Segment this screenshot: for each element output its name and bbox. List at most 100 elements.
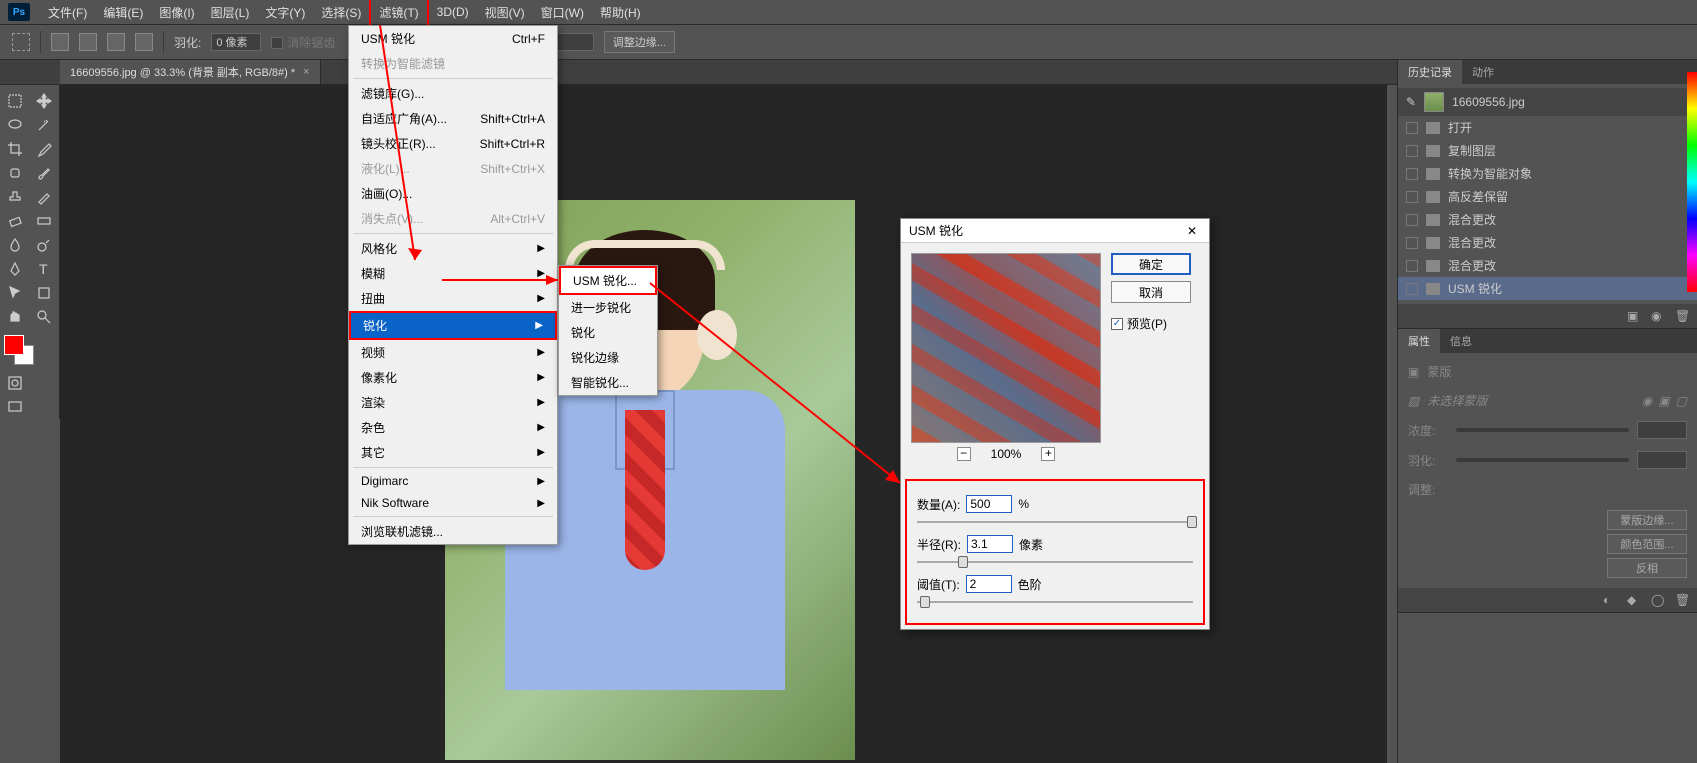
lasso-tool[interactable] [1,114,29,136]
filter-menu-item[interactable]: 渲染▶ [349,390,557,415]
threshold-input[interactable] [966,575,1012,593]
tab-properties[interactable]: 属性 [1398,329,1440,353]
disable-mask-icon[interactable]: ◯ [1651,593,1665,607]
path-select-tool[interactable] [1,282,29,304]
menu-layer[interactable]: 图层(L) [203,0,258,25]
history-step[interactable]: 混合更改 [1398,254,1697,277]
menu-view[interactable]: 视图(V) [477,0,533,25]
tab-info[interactable]: 信息 [1440,329,1482,353]
radius-input[interactable] [967,535,1013,553]
foreground-color[interactable] [4,335,24,355]
sharpen-submenu-item[interactable]: 进一步锐化 [559,295,657,320]
color-bar[interactable] [1687,72,1697,292]
eye-icon[interactable]: ◉ [1642,394,1652,408]
dodge-tool[interactable] [31,234,59,256]
filter-menu-item[interactable]: 自适应广角(A)...Shift+Ctrl+A [349,106,557,131]
snapshot-icon[interactable]: ▣ [1627,309,1641,323]
sharpen-submenu-item[interactable]: USM 锐化... [559,266,657,295]
radius-slider[interactable] [917,555,1193,569]
brush-tool[interactable] [31,162,59,184]
color-swatches[interactable] [4,335,34,365]
document-tab[interactable]: 16609556.jpg @ 33.3% (背景 副本, RGB/8#) * × [60,60,321,84]
wand-tool[interactable] [31,114,59,136]
history-step[interactable]: 复制图层 [1398,139,1697,162]
sharpen-submenu-item[interactable]: 锐化边缘 [559,345,657,370]
filter-menu-item[interactable]: 杂色▶ [349,415,557,440]
trash-icon[interactable]: 🗑 [1675,309,1689,323]
sharpen-submenu-item[interactable]: 锐化 [559,320,657,345]
filter-menu-item[interactable]: USM 锐化Ctrl+F [349,26,557,51]
menu-window[interactable]: 窗口(W) [533,0,592,25]
feather-input[interactable] [211,33,261,51]
eraser-tool[interactable] [1,210,29,232]
filter-menu-item[interactable]: 油画(O)... [349,181,557,206]
preview-image[interactable] [911,253,1101,443]
history-step[interactable]: 转换为智能对象 [1398,162,1697,185]
selection-add-icon[interactable] [79,33,97,51]
vector-mask-icon[interactable]: ▢ [1676,394,1687,408]
filter-menu-item[interactable]: Nik Software▶ [349,492,557,514]
quickmask-tool[interactable] [1,372,29,394]
gradient-tool[interactable] [31,210,59,232]
type-tool[interactable]: T [31,258,59,280]
delete-mask-icon[interactable]: 🗑 [1675,593,1689,607]
zoom-in-button[interactable]: + [1041,447,1055,461]
apply-mask-icon[interactable]: ◆ [1627,593,1641,607]
selection-intersect-icon[interactable] [135,33,153,51]
selection-new-icon[interactable] [51,33,69,51]
filter-menu-item[interactable]: 滤镜库(G)... [349,81,557,106]
filter-menu-item[interactable]: 浏览联机滤镜... [349,519,557,544]
crop-tool[interactable] [1,138,29,160]
filter-menu-item[interactable]: 模糊▶ [349,261,557,286]
preview-checkbox[interactable]: ✓预览(P) [1111,315,1191,332]
blur-tool[interactable] [1,234,29,256]
camera-icon[interactable]: ◉ [1651,309,1665,323]
filter-menu-item[interactable]: 镜头校正(R)...Shift+Ctrl+R [349,131,557,156]
cancel-button[interactable]: 取消 [1111,281,1191,303]
dialog-titlebar[interactable]: USM 锐化 ✕ [901,219,1209,243]
menu-edit[interactable]: 编辑(E) [95,0,151,25]
filter-menu-item[interactable]: 风格化▶ [349,236,557,261]
history-source[interactable]: ✎ 16609556.jpg [1398,88,1697,116]
menu-3d[interactable]: 3D(D) [429,1,477,23]
filter-menu-item[interactable]: 其它▶ [349,440,557,465]
pen-tool[interactable] [1,258,29,280]
tab-history[interactable]: 历史记录 [1398,60,1462,84]
threshold-slider[interactable] [917,595,1193,609]
ok-button[interactable]: 确定 [1111,253,1191,275]
pixel-mask-icon[interactable]: ▣ [1658,394,1669,408]
filter-menu-item[interactable]: 扭曲▶ [349,286,557,311]
stamp-tool[interactable] [1,186,29,208]
history-brush-tool[interactable] [31,186,59,208]
healing-tool[interactable] [1,162,29,184]
history-step[interactable]: 混合更改 [1398,231,1697,254]
history-step[interactable]: 打开 [1398,116,1697,139]
close-icon[interactable]: ✕ [1187,224,1201,238]
amount-input[interactable] [966,495,1012,513]
filter-menu-item[interactable]: 视频▶ [349,340,557,365]
zoom-tool[interactable] [31,306,59,328]
menu-file[interactable]: 文件(F) [40,0,95,25]
zoom-out-button[interactable]: − [957,447,971,461]
antialias-checkbox[interactable] [271,37,283,49]
history-step[interactable]: 混合更改 [1398,208,1697,231]
marquee-tool[interactable] [1,90,29,112]
filter-menu-item[interactable]: 像素化▶ [349,365,557,390]
move-tool[interactable] [31,90,59,112]
load-selection-icon[interactable]: ◐ [1603,593,1617,607]
menu-type[interactable]: 文字(Y) [257,0,313,25]
amount-slider[interactable] [917,515,1193,529]
menu-help[interactable]: 帮助(H) [592,0,649,25]
history-step[interactable]: USM 锐化 [1398,277,1697,300]
refine-edge-button[interactable]: 调整边缘... [604,31,675,53]
filter-menu-item[interactable]: Digimarc▶ [349,470,557,492]
menu-select[interactable]: 选择(S) [313,0,369,25]
sharpen-submenu-item[interactable]: 智能锐化... [559,370,657,395]
shape-tool[interactable] [31,282,59,304]
eyedropper-tool[interactable] [31,138,59,160]
menu-filter[interactable]: 滤镜(T) [369,0,428,27]
hand-tool[interactable] [1,306,29,328]
menu-image[interactable]: 图像(I) [151,0,202,25]
filter-menu-item[interactable]: 锐化▶ [349,311,557,340]
selection-sub-icon[interactable] [107,33,125,51]
